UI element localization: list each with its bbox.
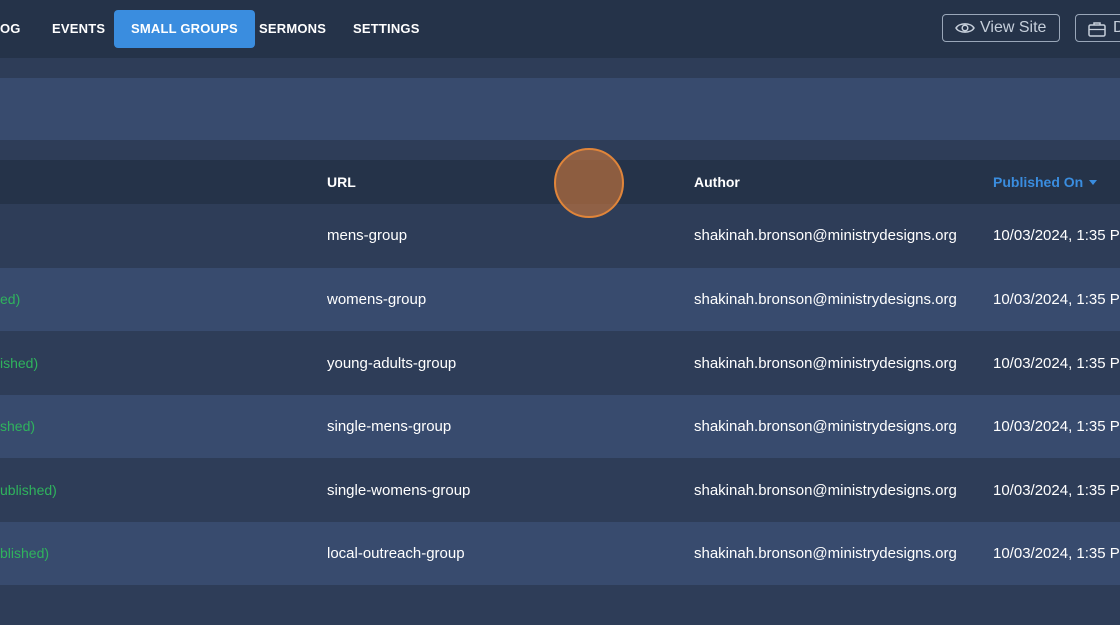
table-row[interactable]: ublished) single-womens-group shakinah.b… <box>0 459 1120 522</box>
status-label: blished) <box>0 545 50 561</box>
table-row[interactable]: ished) young-adults-group shakinah.brons… <box>0 332 1120 395</box>
published-on-cell: 10/03/2024, 1:35 PM <box>993 291 1120 308</box>
nav-item-settings[interactable]: SETTINGS <box>353 10 420 48</box>
briefcase-icon <box>1088 22 1106 37</box>
status-label: ished) <box>0 355 39 371</box>
view-site-button[interactable]: View Site <box>942 14 1060 42</box>
status-label: shed) <box>0 418 36 434</box>
author-cell: shakinah.bronson@ministrydesigns.org <box>694 227 957 244</box>
published-on-cell: 10/03/2024, 1:35 PM <box>993 482 1120 499</box>
nav-item-sermons[interactable]: SERMONS <box>259 10 326 48</box>
column-header-published-on-label: Published On <box>993 174 1084 190</box>
url-cell: single-womens-group <box>327 482 471 499</box>
author-cell: shakinah.bronson@ministrydesigns.org <box>694 545 957 562</box>
column-header-author[interactable]: Author <box>694 160 740 204</box>
author-cell: shakinah.bronson@ministrydesigns.org <box>694 355 957 372</box>
status-label: ed) <box>0 291 21 307</box>
published-on-cell: 10/03/2024, 1:35 PM <box>993 227 1120 244</box>
author-cell: shakinah.bronson@ministrydesigns.org <box>694 291 957 308</box>
caret-down-icon <box>1089 180 1098 185</box>
table-row[interactable]: mens-group shakinah.bronson@ministrydesi… <box>0 204 1120 267</box>
column-header-url[interactable]: URL <box>327 160 356 204</box>
toolbar-band <box>0 78 1120 140</box>
url-cell: single-mens-group <box>327 418 452 435</box>
published-on-cell: 10/03/2024, 1:35 PM <box>993 545 1120 562</box>
eye-icon <box>955 23 975 33</box>
table-row[interactable]: shed) single-mens-group shakinah.bronson… <box>0 395 1120 458</box>
url-cell: womens-group <box>327 291 427 308</box>
top-nav-bar: OG EVENTS SMALL GROUPS SERMONS SETTINGS … <box>0 0 1120 58</box>
published-on-cell: 10/03/2024, 1:35 PM <box>993 355 1120 372</box>
author-cell: shakinah.bronson@ministrydesigns.org <box>694 482 957 499</box>
column-header-published-on[interactable]: Published On <box>993 160 1098 204</box>
view-site-label: View Site <box>980 19 1047 36</box>
table-header: URL Author Published On <box>0 160 1120 204</box>
nav-item-small-groups[interactable]: SMALL GROUPS <box>114 10 255 48</box>
nav-item-events[interactable]: EVENTS <box>52 10 105 48</box>
url-cell: local-outreach-group <box>327 545 465 562</box>
url-cell: mens-group <box>327 227 408 244</box>
secondary-nav-label: D <box>1113 15 1120 41</box>
nav-item-blog[interactable]: OG <box>0 10 21 48</box>
url-cell: young-adults-group <box>327 355 457 372</box>
author-cell: shakinah.bronson@ministrydesigns.org <box>694 418 957 435</box>
published-on-cell: 10/03/2024, 1:35 PM <box>993 418 1120 435</box>
content-spacer <box>0 140 1120 160</box>
status-label: ublished) <box>0 482 57 498</box>
secondary-nav-button[interactable]: D <box>1075 14 1120 42</box>
table-row[interactable]: ed) womens-group shakinah.bronson@minist… <box>0 268 1120 331</box>
content-spacer <box>0 58 1120 78</box>
table-row[interactable]: blished) local-outreach-group shakinah.b… <box>0 522 1120 585</box>
